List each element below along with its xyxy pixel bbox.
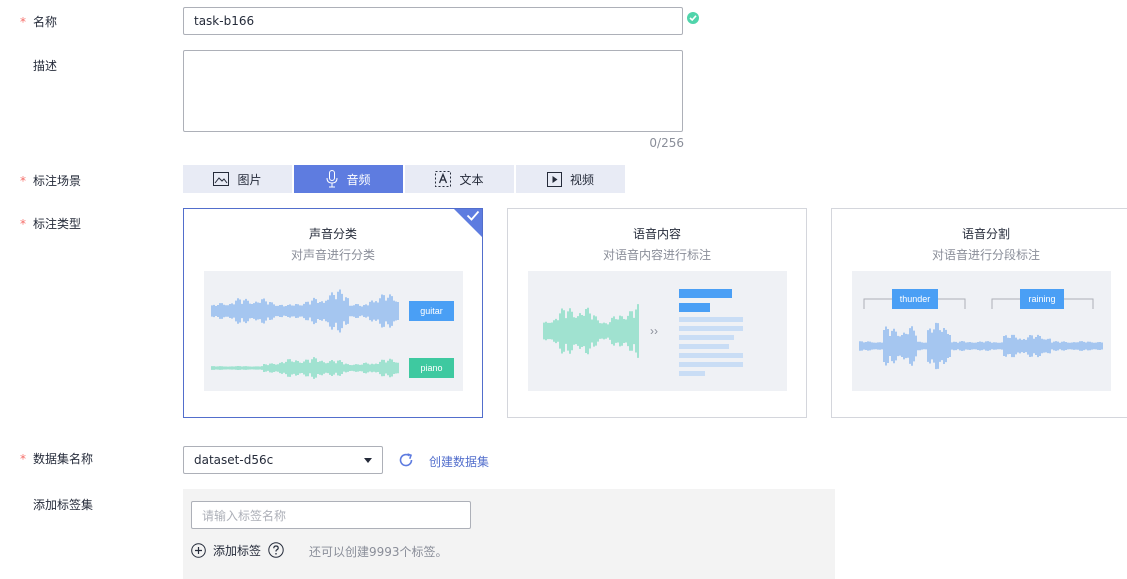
card-title: 语音分割 bbox=[961, 227, 1010, 241]
scene-label: * 标注场景 bbox=[20, 173, 82, 189]
tab-text[interactable]: 文本 bbox=[405, 165, 514, 193]
microphone-icon bbox=[326, 170, 338, 188]
create-dataset-link[interactable]: 创建数据集 bbox=[429, 453, 489, 470]
required-mark: * bbox=[20, 216, 26, 231]
piano-tag-label: piano bbox=[420, 363, 442, 373]
help-icon[interactable] bbox=[268, 542, 284, 558]
required-mark: * bbox=[20, 173, 26, 188]
card-subtitle: 对语音进行分段标注 bbox=[931, 248, 1040, 262]
tagset-panel: 请输入标签名称 添加标签 还可以创建9993个标签。 bbox=[183, 489, 835, 579]
speech-content-illustration: ›› bbox=[528, 271, 787, 391]
card-subtitle: 对语音内容进行标注 bbox=[602, 248, 711, 262]
card-sound-classification[interactable]: 声音分类 对声音进行分类 guitar piano bbox=[183, 208, 483, 418]
description-label: 描述 bbox=[33, 59, 58, 73]
name-label: * 名称 bbox=[20, 14, 58, 30]
tag-name-input[interactable]: 请输入标签名称 bbox=[191, 501, 471, 529]
name-input[interactable]: task-b166 bbox=[183, 7, 683, 35]
tab-video[interactable]: 视频 bbox=[516, 165, 625, 193]
type-label: * 标注类型 bbox=[20, 216, 82, 232]
card-speech-segmentation[interactable]: 语音分割 对语音进行分段标注 thunder raining bbox=[831, 208, 1127, 418]
name-value: task-b166 bbox=[194, 14, 255, 28]
sound-classification-illustration: guitar piano bbox=[204, 271, 463, 391]
add-tag-button[interactable]: 添加标签 bbox=[191, 542, 261, 559]
thunder-tag-label: thunder bbox=[900, 294, 931, 304]
card-title: 语音内容 bbox=[632, 227, 681, 241]
tag-name-placeholder: 请输入标签名称 bbox=[202, 508, 287, 523]
tagset-label: 添加标签集 bbox=[33, 498, 94, 512]
dataset-label: * 数据集名称 bbox=[20, 451, 94, 467]
scene-tabs: 图片 音频 文本 视频 bbox=[183, 165, 625, 193]
text-icon bbox=[435, 171, 452, 187]
guitar-tag-label: guitar bbox=[420, 306, 443, 316]
video-icon bbox=[546, 171, 562, 187]
refresh-icon[interactable] bbox=[398, 452, 414, 468]
dataset-select[interactable]: dataset-d56c bbox=[183, 446, 383, 474]
arrow-icon: ›› bbox=[650, 324, 658, 338]
card-title: 声音分类 bbox=[308, 227, 357, 241]
remaining-tags-text: 还可以创建9993个标签。 bbox=[309, 545, 448, 559]
image-icon bbox=[213, 172, 230, 186]
required-mark: * bbox=[20, 451, 26, 466]
card-subtitle: 对声音进行分类 bbox=[290, 248, 375, 262]
tab-audio[interactable]: 音频 bbox=[294, 165, 403, 193]
raining-tag-label: raining bbox=[1028, 294, 1055, 304]
description-counter: 0/256 bbox=[649, 136, 684, 150]
check-icon bbox=[466, 210, 480, 221]
plus-circle-icon bbox=[191, 543, 206, 558]
chevron-down-icon bbox=[364, 457, 372, 463]
required-mark: * bbox=[20, 14, 26, 29]
card-speech-content[interactable]: 语音内容 对语音内容进行标注 ›› bbox=[507, 208, 807, 418]
dataset-value: dataset-d56c bbox=[194, 453, 274, 467]
check-circle-icon bbox=[687, 12, 699, 24]
tab-image[interactable]: 图片 bbox=[183, 165, 292, 193]
speech-segmentation-illustration: thunder raining bbox=[852, 271, 1111, 391]
description-textarea[interactable] bbox=[183, 50, 683, 132]
